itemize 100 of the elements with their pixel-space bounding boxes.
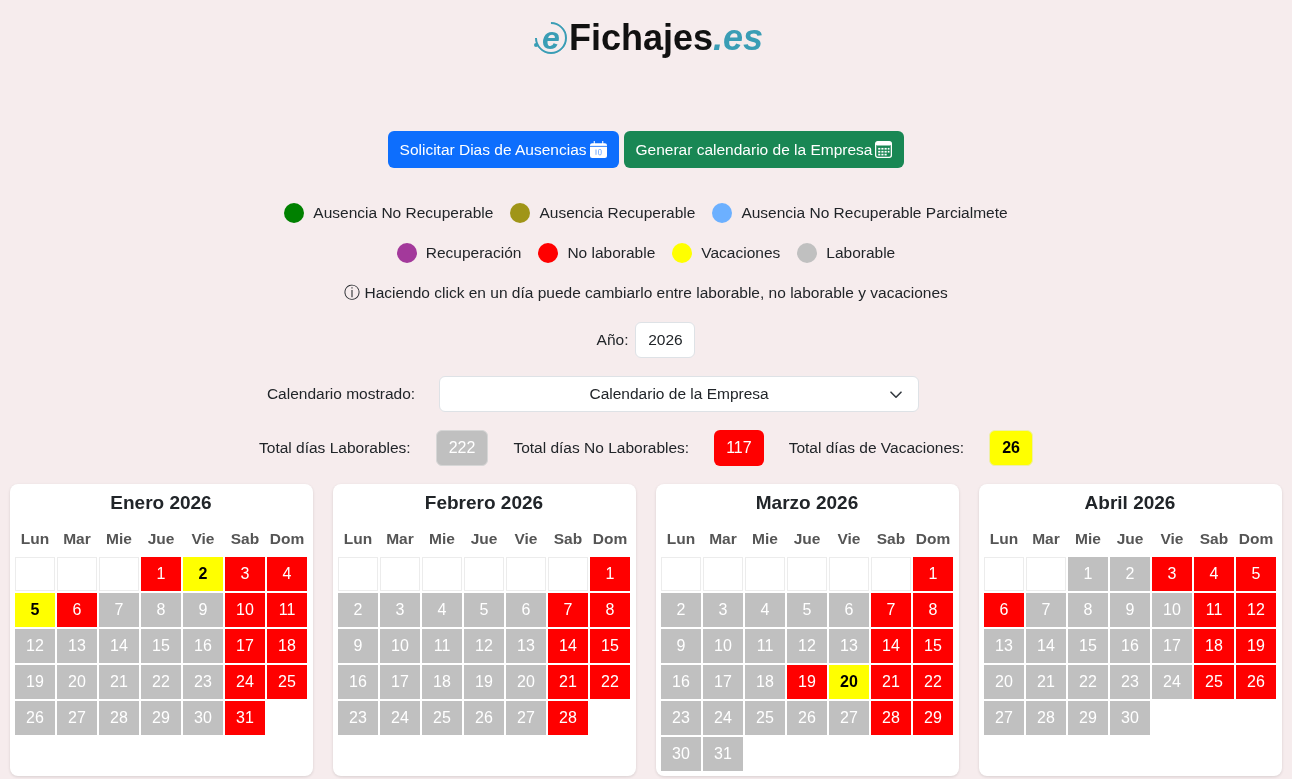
day-cell[interactable]: 27: [57, 701, 97, 735]
day-cell[interactable]: 25: [422, 701, 462, 735]
day-cell[interactable]: 26: [464, 701, 504, 735]
day-cell[interactable]: 30: [183, 701, 223, 735]
calendar-select[interactable]: Calendario de la Empresa: [439, 376, 920, 412]
day-cell[interactable]: 23: [183, 665, 223, 699]
day-cell[interactable]: 1: [141, 557, 181, 591]
day-cell[interactable]: 29: [913, 701, 953, 735]
day-cell[interactable]: 15: [141, 629, 181, 663]
day-cell[interactable]: 29: [1068, 701, 1108, 735]
day-cell[interactable]: 24: [703, 701, 743, 735]
day-cell[interactable]: 4: [745, 593, 785, 627]
day-cell[interactable]: 8: [141, 593, 181, 627]
day-cell[interactable]: 18: [267, 629, 307, 663]
day-cell[interactable]: 22: [141, 665, 181, 699]
day-cell[interactable]: 4: [422, 593, 462, 627]
day-cell[interactable]: 22: [913, 665, 953, 699]
day-cell[interactable]: 31: [703, 737, 743, 771]
day-cell[interactable]: 21: [99, 665, 139, 699]
year-input[interactable]: 2026: [635, 322, 696, 358]
day-cell[interactable]: 20: [506, 665, 546, 699]
day-cell[interactable]: 2: [338, 593, 378, 627]
day-cell[interactable]: 17: [1152, 629, 1192, 663]
day-cell[interactable]: 9: [183, 593, 223, 627]
day-cell[interactable]: 21: [1026, 665, 1066, 699]
day-cell[interactable]: 13: [57, 629, 97, 663]
day-cell[interactable]: 25: [1194, 665, 1234, 699]
day-cell[interactable]: 16: [661, 665, 701, 699]
day-cell[interactable]: 17: [703, 665, 743, 699]
day-cell[interactable]: 13: [829, 629, 869, 663]
day-cell[interactable]: 26: [787, 701, 827, 735]
day-cell[interactable]: 9: [661, 629, 701, 663]
day-cell[interactable]: 15: [1068, 629, 1108, 663]
day-cell[interactable]: 28: [99, 701, 139, 735]
day-cell[interactable]: 12: [464, 629, 504, 663]
day-cell[interactable]: 1: [913, 557, 953, 591]
day-cell[interactable]: 2: [1110, 557, 1150, 591]
day-cell[interactable]: 6: [57, 593, 97, 627]
day-cell[interactable]: 26: [15, 701, 55, 735]
day-cell[interactable]: 23: [661, 701, 701, 735]
day-cell[interactable]: 10: [703, 629, 743, 663]
day-cell[interactable]: 9: [338, 629, 378, 663]
day-cell[interactable]: 20: [57, 665, 97, 699]
day-cell[interactable]: 13: [506, 629, 546, 663]
day-cell[interactable]: 15: [913, 629, 953, 663]
day-cell[interactable]: 5: [787, 593, 827, 627]
day-cell[interactable]: 24: [225, 665, 265, 699]
generate-calendar-button[interactable]: Generar calendario de la Empresa: [623, 131, 905, 168]
day-cell[interactable]: 4: [1194, 557, 1234, 591]
day-cell[interactable]: 8: [590, 593, 630, 627]
day-cell[interactable]: 7: [99, 593, 139, 627]
day-cell[interactable]: 22: [1068, 665, 1108, 699]
day-cell[interactable]: 11: [267, 593, 307, 627]
day-cell[interactable]: 19: [787, 665, 827, 699]
day-cell[interactable]: 2: [661, 593, 701, 627]
day-cell[interactable]: 28: [871, 701, 911, 735]
request-absence-button[interactable]: Solicitar Dias de Ausencias: [387, 131, 619, 168]
day-cell[interactable]: 10: [1152, 593, 1192, 627]
day-cell[interactable]: 7: [548, 593, 588, 627]
day-cell[interactable]: 14: [871, 629, 911, 663]
day-cell[interactable]: 7: [871, 593, 911, 627]
day-cell[interactable]: 16: [183, 629, 223, 663]
day-cell[interactable]: 1: [590, 557, 630, 591]
day-cell[interactable]: 5: [15, 593, 55, 627]
day-cell[interactable]: 10: [225, 593, 265, 627]
day-cell[interactable]: 8: [913, 593, 953, 627]
day-cell[interactable]: 15: [590, 629, 630, 663]
day-cell[interactable]: 6: [984, 593, 1024, 627]
day-cell[interactable]: 21: [871, 665, 911, 699]
day-cell[interactable]: 28: [548, 701, 588, 735]
day-cell[interactable]: 12: [787, 629, 827, 663]
day-cell[interactable]: 3: [380, 593, 420, 627]
day-cell[interactable]: 24: [1152, 665, 1192, 699]
day-cell[interactable]: 27: [984, 701, 1024, 735]
day-cell[interactable]: 30: [661, 737, 701, 771]
day-cell[interactable]: 17: [225, 629, 265, 663]
day-cell[interactable]: 31: [225, 701, 265, 735]
day-cell[interactable]: 18: [1194, 629, 1234, 663]
day-cell[interactable]: 12: [15, 629, 55, 663]
day-cell[interactable]: 8: [1068, 593, 1108, 627]
day-cell[interactable]: 3: [225, 557, 265, 591]
day-cell[interactable]: 16: [1110, 629, 1150, 663]
day-cell[interactable]: 18: [422, 665, 462, 699]
day-cell[interactable]: 28: [1026, 701, 1066, 735]
day-cell[interactable]: 7: [1026, 593, 1066, 627]
day-cell[interactable]: 2: [183, 557, 223, 591]
day-cell[interactable]: 29: [141, 701, 181, 735]
day-cell[interactable]: 14: [99, 629, 139, 663]
day-cell[interactable]: 19: [464, 665, 504, 699]
day-cell[interactable]: 14: [548, 629, 588, 663]
day-cell[interactable]: 18: [745, 665, 785, 699]
day-cell[interactable]: 4: [267, 557, 307, 591]
day-cell[interactable]: 25: [745, 701, 785, 735]
day-cell[interactable]: 6: [506, 593, 546, 627]
day-cell[interactable]: 23: [338, 701, 378, 735]
day-cell[interactable]: 3: [703, 593, 743, 627]
day-cell[interactable]: 26: [1236, 665, 1276, 699]
day-cell[interactable]: 19: [15, 665, 55, 699]
day-cell[interactable]: 27: [506, 701, 546, 735]
day-cell[interactable]: 30: [1110, 701, 1150, 735]
